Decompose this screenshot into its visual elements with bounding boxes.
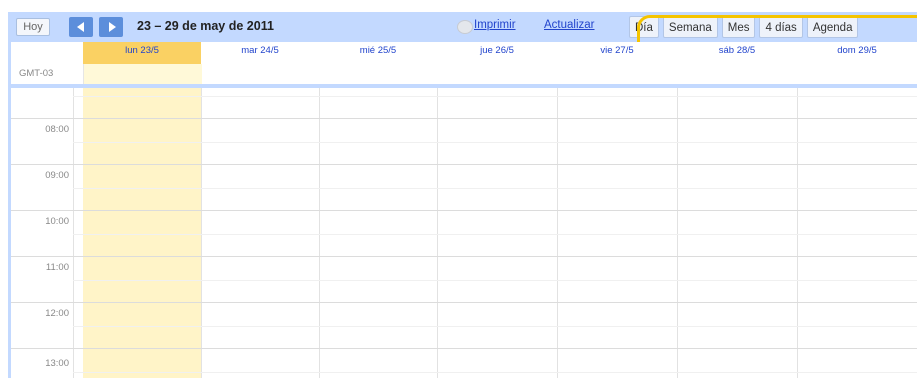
column-divider: [201, 88, 202, 378]
tab-week[interactable]: Semana: [662, 16, 718, 38]
day-header-wed[interactable]: mié 25/5: [319, 42, 437, 64]
hour-line: [11, 164, 917, 165]
half-hour-line: [73, 188, 917, 189]
half-hour-line: [73, 142, 917, 143]
next-week-button[interactable]: [99, 17, 123, 37]
tab-day[interactable]: Día: [629, 16, 659, 38]
print-link[interactable]: Imprimir: [474, 19, 516, 31]
day-header-fri[interactable]: vie 27/5: [557, 42, 677, 64]
tab-agenda[interactable]: Agenda: [806, 16, 859, 38]
hour-line: [11, 256, 917, 257]
hour-label: 11:00: [45, 262, 69, 273]
date-range-title: 23 – 29 de may de 2011: [137, 19, 274, 33]
hour-line: [11, 302, 917, 303]
arrow-left-icon: [77, 22, 84, 32]
half-hour-line: [73, 280, 917, 281]
arrow-right-icon: [109, 22, 116, 32]
column-divider: [797, 88, 798, 378]
column-divider: [73, 88, 74, 378]
day-header-sat[interactable]: sáb 28/5: [677, 42, 797, 64]
hour-label: 10:00: [45, 216, 69, 227]
time-grid[interactable]: 08:00 09:00 10:00 11:00 12:00 13:00: [11, 88, 917, 378]
day-header-sun[interactable]: dom 29/5: [797, 42, 917, 64]
all-day-today-cell[interactable]: [83, 64, 202, 84]
tab-4-days[interactable]: 4 días: [759, 16, 803, 38]
hour-label: 09:00: [45, 170, 69, 181]
refresh-link[interactable]: Actualizar: [544, 19, 595, 31]
half-hour-line: [73, 96, 917, 97]
previous-week-button[interactable]: [69, 17, 93, 37]
hour-line: [11, 210, 917, 211]
column-divider: [319, 88, 320, 378]
column-divider: [677, 88, 678, 378]
half-hour-line: [73, 326, 917, 327]
half-hour-line: [73, 234, 917, 235]
hour-line: [11, 348, 917, 349]
calendar-window: Hoy 23 – 29 de may de 2011 Imprimir Actu…: [0, 0, 917, 378]
print-icon[interactable]: [457, 20, 473, 34]
calendar-toolbar: Hoy 23 – 29 de may de 2011 Imprimir Actu…: [11, 12, 917, 55]
all-day-row[interactable]: GMT-03: [11, 64, 917, 88]
view-tabs: Día Semana Mes 4 días Agenda: [629, 16, 859, 38]
day-header-tue[interactable]: mar 24/5: [201, 42, 319, 64]
hour-label: 12:00: [45, 308, 69, 319]
day-header-row: lun 23/5 mar 24/5 mié 25/5 jue 26/5 vie …: [11, 42, 917, 64]
today-button[interactable]: Hoy: [16, 18, 50, 36]
timezone-label: GMT-03: [19, 68, 54, 79]
hour-label: 13:00: [45, 358, 69, 369]
column-divider: [437, 88, 438, 378]
hour-line: [11, 118, 917, 119]
column-divider: [557, 88, 558, 378]
half-hour-line: [73, 372, 917, 373]
tab-month[interactable]: Mes: [721, 16, 756, 38]
today-column[interactable]: [83, 88, 201, 378]
day-header-thu[interactable]: jue 26/5: [437, 42, 557, 64]
hour-label: 08:00: [45, 124, 69, 135]
day-header-mon[interactable]: lun 23/5: [83, 42, 201, 64]
